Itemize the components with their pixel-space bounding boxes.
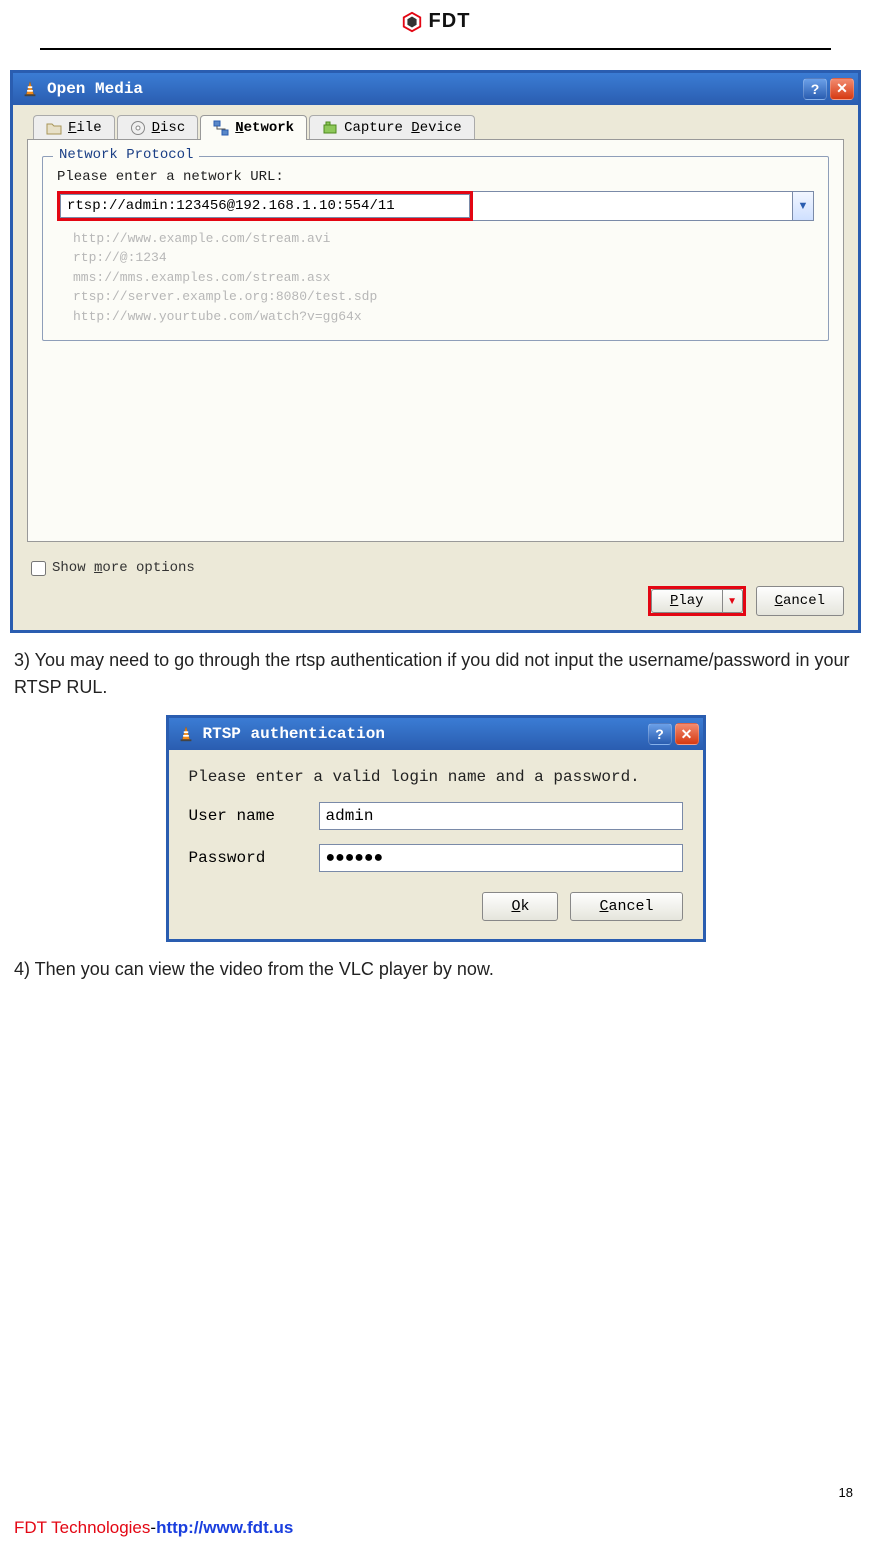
- tabs: File Disc Network Capture Device: [27, 115, 844, 140]
- brand-logo: FDT: [401, 10, 471, 33]
- play-button[interactable]: Play: [651, 589, 723, 613]
- network-url-input[interactable]: [60, 194, 470, 218]
- example-line: rtp://@:1234: [73, 248, 814, 268]
- dialog-button-row: Play ▼ Cancel: [27, 586, 844, 616]
- step-3-text: 3) You may need to go through the rtsp a…: [14, 647, 857, 701]
- password-row: Password: [189, 844, 683, 872]
- network-icon: [213, 120, 229, 136]
- help-button[interactable]: ?: [648, 723, 672, 745]
- password-input[interactable]: [319, 844, 683, 872]
- open-media-dialog: Open Media ? ✕ File Disc Network: [10, 70, 861, 634]
- example-line: http://www.yourtube.com/watch?v=gg64x: [73, 307, 814, 327]
- auth-body: Please enter a valid login name and a pa…: [169, 750, 703, 939]
- ok-button[interactable]: Ok: [482, 892, 558, 921]
- username-row: User name: [189, 802, 683, 830]
- url-prompt: Please enter a network URL:: [57, 169, 814, 185]
- page-header: FDT: [0, 0, 871, 44]
- open-media-body: File Disc Network Capture Device Network: [13, 105, 858, 631]
- footer-url: http://www.fdt.us: [156, 1518, 293, 1537]
- brand-hex-icon: [401, 11, 423, 33]
- brand-text: FDT: [429, 10, 471, 33]
- step-4-text: 4) Then you can view the video from the …: [14, 956, 857, 983]
- username-label: User name: [189, 807, 319, 825]
- open-media-titlebar: Open Media ? ✕: [13, 73, 858, 105]
- example-line: http://www.example.com/stream.avi: [73, 229, 814, 249]
- url-row: ▼: [57, 191, 814, 221]
- open-media-title: Open Media: [47, 80, 143, 98]
- auth-button-row: Ok Cancel: [189, 892, 683, 921]
- tab-file[interactable]: File: [33, 115, 115, 140]
- page-number: 18: [839, 1485, 853, 1500]
- footer: FDT Technologies-http://www.fdt.us: [14, 1518, 293, 1538]
- cancel-button[interactable]: Cancel: [756, 586, 844, 616]
- username-input[interactable]: [319, 802, 683, 830]
- example-line: rtsp://server.example.org:8080/test.sdp: [73, 287, 814, 307]
- network-panel: Network Protocol Please enter a network …: [27, 139, 844, 543]
- show-more-checkbox[interactable]: [31, 561, 46, 576]
- show-more-row: Show more options: [31, 560, 844, 576]
- capture-icon: [322, 120, 338, 136]
- play-dropdown-button[interactable]: ▼: [723, 589, 743, 613]
- password-label: Password: [189, 849, 319, 867]
- url-dropdown-button[interactable]: ▼: [792, 191, 814, 221]
- network-protocol-fieldset: Network Protocol Please enter a network …: [42, 156, 829, 342]
- url-examples: http://www.example.com/stream.avi rtp://…: [73, 229, 814, 327]
- tab-disc[interactable]: Disc: [117, 115, 199, 140]
- fieldset-legend: Network Protocol: [53, 147, 199, 163]
- example-line: mms://mms.examples.com/stream.asx: [73, 268, 814, 288]
- vlc-cone-icon: [21, 80, 39, 98]
- url-field-extension[interactable]: [473, 191, 792, 221]
- tab-network[interactable]: Network: [200, 115, 307, 140]
- titlebar-controls: ? ✕: [648, 723, 703, 745]
- close-button[interactable]: ✕: [830, 78, 854, 100]
- vlc-cone-icon: [177, 725, 195, 743]
- page-content: Open Media ? ✕ File Disc Network: [0, 50, 871, 984]
- url-highlight: [57, 191, 473, 221]
- help-button[interactable]: ?: [803, 78, 827, 100]
- titlebar-controls: ? ✕: [803, 78, 858, 100]
- auth-titlebar: RTSP authentication ? ✕: [169, 718, 703, 750]
- disc-icon: [130, 120, 146, 136]
- auth-prompt: Please enter a valid login name and a pa…: [189, 768, 683, 786]
- rtsp-auth-dialog: RTSP authentication ? ✕ Please enter a v…: [166, 715, 706, 942]
- play-button-highlight: Play ▼: [648, 586, 746, 616]
- tab-capture[interactable]: Capture Device: [309, 115, 475, 140]
- footer-brand: FDT Technologies: [14, 1518, 150, 1537]
- folder-icon: [46, 120, 62, 136]
- close-button[interactable]: ✕: [675, 723, 699, 745]
- cancel-button[interactable]: Cancel: [570, 892, 682, 921]
- auth-title: RTSP authentication: [203, 725, 385, 743]
